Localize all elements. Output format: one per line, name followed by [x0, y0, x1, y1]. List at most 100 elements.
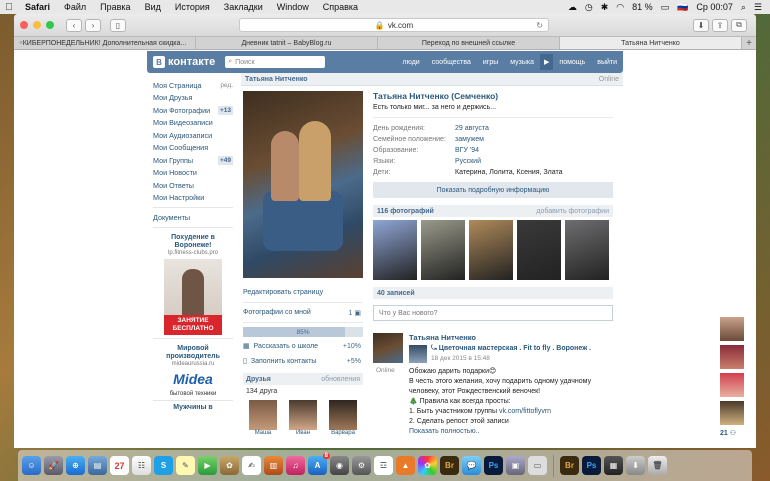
nav-games[interactable]: игры: [477, 59, 504, 66]
books-icon[interactable]: ▥: [264, 456, 283, 475]
menu-my-videos[interactable]: Мои Видеозаписи: [153, 117, 233, 130]
midea-logo[interactable]: Midea: [153, 371, 233, 387]
menu-bookmarks[interactable]: Закладки: [217, 2, 270, 12]
menu-my-friends[interactable]: Мои Друзья: [153, 92, 233, 105]
contacts-icon[interactable]: ☷: [132, 456, 151, 475]
facetime-icon[interactable]: ▶: [198, 456, 217, 475]
play-icon[interactable]: ▶: [540, 54, 554, 70]
forward-icon[interactable]: ›: [85, 18, 101, 32]
nav-help[interactable]: помощь: [553, 59, 591, 66]
photo-thumbnail[interactable]: [565, 220, 609, 280]
menu-window[interactable]: Window: [270, 2, 316, 12]
bridge-icon[interactable]: Br: [440, 456, 459, 475]
calendar-icon[interactable]: 27: [110, 456, 129, 475]
post-author-avatar[interactable]: [373, 333, 403, 363]
system-preferences-icon[interactable]: ⚙: [352, 456, 371, 475]
launchpad-icon[interactable]: 🚀: [44, 456, 63, 475]
photos-with-me-link[interactable]: Фотографии со мной 1 ▣: [243, 303, 363, 323]
menu-my-news[interactable]: Мои Новости: [153, 167, 233, 180]
input-source-icon[interactable]: 🇷🇺: [677, 2, 688, 13]
chat-avatar[interactable]: [720, 317, 744, 341]
menu-file[interactable]: Файл: [57, 2, 93, 12]
search-input[interactable]: ⌕ Поиск: [225, 56, 326, 68]
photos-app-icon[interactable]: ✿: [220, 456, 239, 475]
image-capture-icon[interactable]: ▣: [506, 456, 525, 475]
ibooks-author-icon[interactable]: ▲: [396, 456, 415, 475]
photo-thumbnail[interactable]: [373, 220, 417, 280]
chat-avatar[interactable]: [720, 401, 744, 425]
tab-external-link[interactable]: Переход по внешней ссылке: [378, 37, 560, 49]
edit-page-link[interactable]: Редактировать страницу: [243, 283, 363, 303]
online-friends-count[interactable]: 21 ⚇: [720, 429, 748, 437]
bridge-window-icon[interactable]: Br: [560, 456, 579, 475]
ad-midea[interactable]: Мировой производитель mideaurussia.ru Mi…: [153, 345, 233, 397]
zoom-window-icon[interactable]: [46, 21, 54, 29]
sidebar-icon[interactable]: ▯: [110, 18, 126, 32]
tabs-overview-icon[interactable]: ⧉: [731, 18, 747, 32]
group-link[interactable]: vk.com/fittoflyvrn: [499, 408, 551, 415]
friend-item[interactable]: Варвара: [329, 400, 357, 436]
nav-people[interactable]: люди: [397, 59, 426, 66]
battery-icon[interactable]: ▭: [661, 2, 670, 13]
finder-icon[interactable]: ☺: [22, 456, 41, 475]
ad-fitness[interactable]: Похудение в Воронеже! lp.fitness-clubs.p…: [153, 234, 233, 335]
close-tab-icon[interactable]: ×: [19, 40, 23, 47]
friends-header[interactable]: Друзья обновления: [243, 373, 363, 385]
pages-icon[interactable]: ▭: [528, 456, 547, 475]
repost-date[interactable]: 18 дек 2015 в 15:48: [431, 355, 591, 362]
preview-icon[interactable]: ▤: [88, 456, 107, 475]
iphoto-icon[interactable]: ✿: [418, 456, 437, 475]
messages-icon[interactable]: 💬: [462, 456, 481, 475]
friend-item[interactable]: Иван: [289, 400, 317, 436]
photo-thumbnail[interactable]: [469, 220, 513, 280]
downloads-icon[interactable]: ⬇: [693, 18, 709, 32]
friends-updates-link[interactable]: обновления: [321, 376, 360, 383]
menu-help[interactable]: Справка: [316, 2, 365, 12]
menu-documents[interactable]: Документы: [153, 211, 233, 224]
menu-my-answers[interactable]: Мои Ответы: [153, 179, 233, 192]
photo-thumbnail[interactable]: [421, 220, 465, 280]
close-window-icon[interactable]: [20, 21, 28, 29]
activity-monitor-icon[interactable]: ☲: [374, 456, 393, 475]
profile-status[interactable]: Есть только миг... за него и держись...: [373, 104, 613, 118]
show-full-post-link[interactable]: Показать полностью..: [409, 428, 609, 435]
trash-icon[interactable]: 🗑: [648, 456, 667, 475]
minimize-window-icon[interactable]: [33, 21, 41, 29]
appstore-icon[interactable]: A8: [308, 453, 330, 475]
photos-header[interactable]: 116 фотографий добавить фотографии: [373, 205, 613, 217]
minimized-window-icon[interactable]: ▦: [604, 456, 623, 475]
itunes-icon[interactable]: ♫: [286, 456, 305, 475]
menu-my-settings[interactable]: Мои Настройки: [153, 192, 233, 205]
edit-link[interactable]: ред.: [220, 82, 233, 89]
tab-babyblog[interactable]: Дневник tatnit – BabyBlog.ru: [196, 37, 378, 49]
photoshop-icon[interactable]: Ps: [484, 456, 503, 475]
tab-cybermonday[interactable]: × КИБЕРПОНЕДЕЛЬНИК! Дополнительная скидка…: [14, 37, 196, 49]
wifi-icon[interactable]: ◠: [616, 2, 624, 13]
friend-item[interactable]: Маша: [249, 400, 277, 436]
tip-school[interactable]: ▦ Рассказать о школе +10%: [243, 340, 363, 352]
ad-title[interactable]: Мировой производитель: [153, 345, 233, 361]
clock-app-icon[interactable]: ◷: [585, 2, 593, 13]
downloads-stack-icon[interactable]: ⬇: [626, 456, 645, 475]
menu-view[interactable]: Вид: [138, 2, 168, 12]
spotlight-icon[interactable]: ⌕: [741, 2, 746, 13]
ad-title[interactable]: Мужчины в: [153, 404, 233, 412]
photo-booth-icon[interactable]: ◉: [330, 456, 349, 475]
add-photos-link[interactable]: добавить фотографии: [536, 208, 609, 215]
repost-avatar[interactable]: [409, 345, 427, 363]
menu-my-page[interactable]: Моя Страница ред.: [153, 79, 233, 92]
new-post-input[interactable]: Что у Вас нового?: [373, 305, 613, 321]
menu-my-audio[interactable]: Мои Аудиозаписи: [153, 129, 233, 142]
wall-header[interactable]: 40 записей: [373, 287, 613, 299]
cloud-icon[interactable]: ☁: [568, 2, 577, 13]
menu-edit[interactable]: Правка: [93, 2, 137, 12]
menu-my-photos[interactable]: Мои Фотографии +13: [153, 104, 233, 117]
share-icon[interactable]: ⇪: [712, 18, 728, 32]
battery-percent[interactable]: 81 %: [632, 2, 653, 12]
vk-logo[interactable]: В контакте: [153, 56, 215, 68]
nav-logout[interactable]: выйти: [591, 59, 623, 66]
reload-icon[interactable]: ↻: [536, 21, 543, 30]
photo-thumbnail[interactable]: [517, 220, 561, 280]
chat-avatar[interactable]: [720, 345, 744, 369]
chat-avatar[interactable]: [720, 373, 744, 397]
